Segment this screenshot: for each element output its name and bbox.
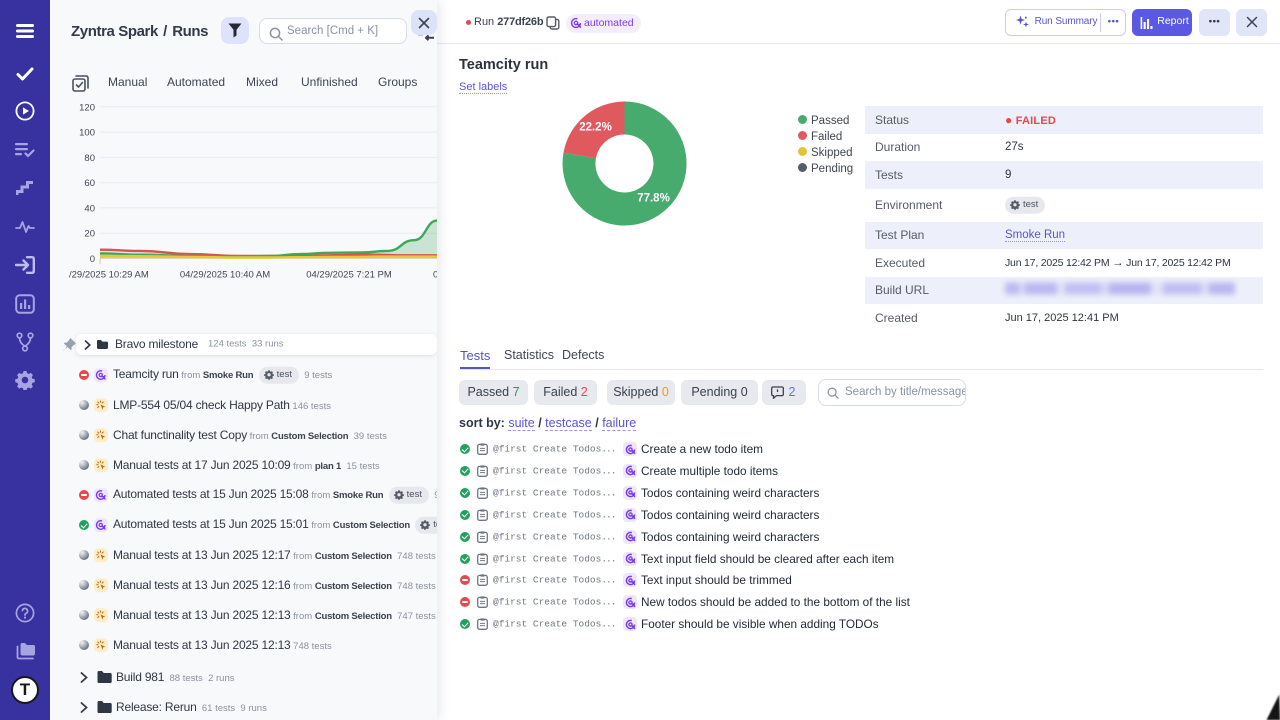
svg-text:22.2%: 22.2% (579, 122, 612, 134)
svg-text:77.8%: 77.8% (637, 193, 670, 205)
svg-text:100: 100 (79, 128, 95, 139)
svg-text:60: 60 (84, 178, 95, 189)
svg-text:40: 40 (84, 203, 95, 214)
svg-text:/29/2025 10:29 AM: /29/2025 10:29 AM (69, 270, 149, 281)
svg-text:80: 80 (84, 153, 95, 164)
svg-text:04: 04 (433, 270, 437, 281)
svg-text:04/29/2025 10:40 AM: 04/29/2025 10:40 AM (180, 270, 270, 281)
svg-text:20: 20 (84, 229, 95, 240)
svg-text:04/29/2025 7:21 PM: 04/29/2025 7:21 PM (306, 270, 392, 281)
svg-text:120: 120 (79, 102, 95, 113)
svg-text:0: 0 (90, 254, 95, 265)
